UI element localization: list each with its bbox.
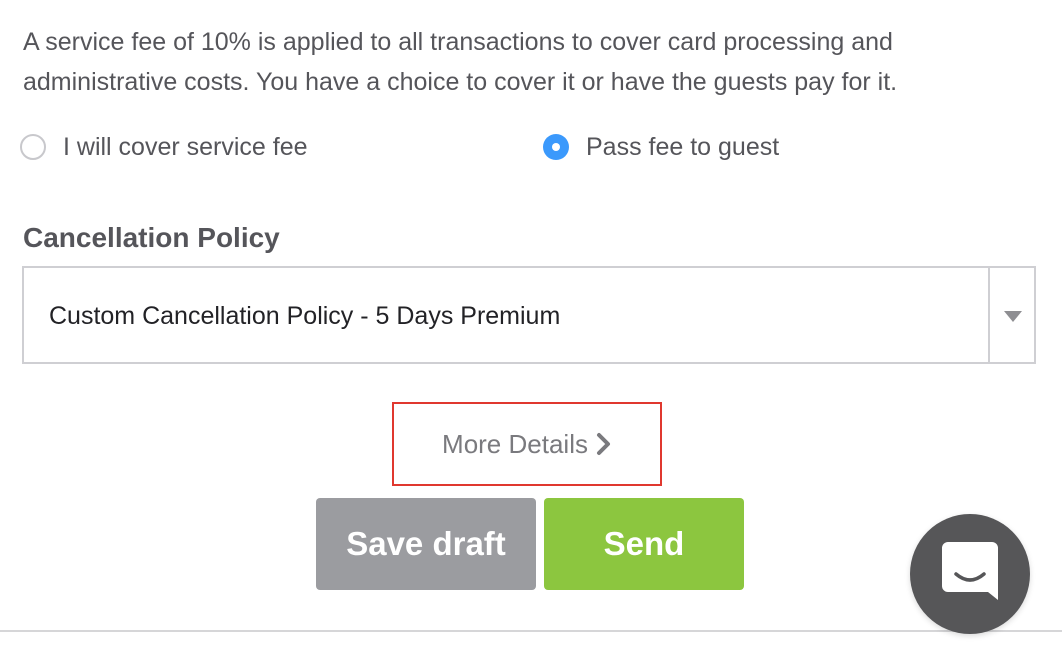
- pass-fee-label: Pass fee to guest: [586, 132, 780, 161]
- chat-launcher-button[interactable]: [910, 514, 1030, 634]
- more-details-link[interactable]: More Details: [392, 402, 662, 486]
- chevron-right-icon: [596, 432, 612, 456]
- chat-bubble-icon: [940, 540, 1000, 609]
- cover-fee-radio-option[interactable]: I will cover service fee: [20, 130, 308, 164]
- booking-form: A service fee of 10% is applied to all t…: [0, 0, 1062, 652]
- divider: [0, 630, 1062, 632]
- cancellation-policy-select[interactable]: Custom Cancellation Policy - 5 Days Prem…: [22, 266, 1036, 364]
- cover-fee-radio[interactable]: [20, 134, 46, 160]
- save-draft-button[interactable]: Save draft: [316, 498, 536, 590]
- pass-fee-radio-option[interactable]: Pass fee to guest: [543, 130, 779, 164]
- cancellation-policy-value: Custom Cancellation Policy - 5 Days Prem…: [49, 302, 561, 330]
- pass-fee-radio[interactable]: [543, 134, 569, 160]
- more-details-label: More Details: [442, 428, 588, 459]
- send-button[interactable]: Send: [544, 498, 744, 590]
- cover-fee-label: I will cover service fee: [63, 132, 308, 161]
- triangle-down-icon[interactable]: [990, 268, 1036, 364]
- cancellation-policy-title: Cancellation Policy: [23, 222, 280, 253]
- service-fee-notice: A service fee of 10% is applied to all t…: [23, 28, 898, 96]
